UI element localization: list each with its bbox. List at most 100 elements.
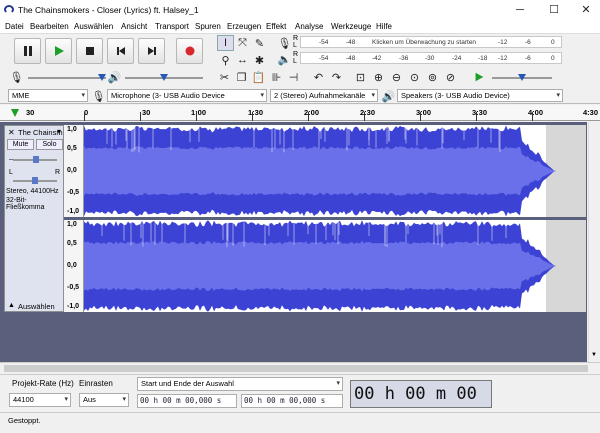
scroll-thumb[interactable]	[4, 365, 588, 372]
playback-meter-button[interactable]: 🔈	[276, 51, 293, 67]
recording-meter[interactable]: -54 -48 Klicken um Überwachung zu starte…	[300, 36, 562, 48]
fit-selection-button[interactable]: ⊙	[406, 69, 423, 85]
record-meter-button[interactable]: 🎙	[276, 35, 293, 51]
project-rate-label: Projekt-Rate (Hz)	[12, 379, 74, 388]
draw-tool-button[interactable]: ✎	[251, 35, 268, 51]
record-volume-slider[interactable]	[28, 74, 106, 81]
menu-analyse[interactable]: Analyse	[295, 22, 323, 31]
pan-slider[interactable]	[13, 177, 57, 184]
slider-thumb[interactable]	[32, 177, 38, 184]
project-rate-select[interactable]: 44100 ▾	[9, 393, 71, 407]
record-button[interactable]	[176, 38, 203, 64]
menu-transport[interactable]: Transport	[155, 22, 189, 31]
play-speed-slider[interactable]	[492, 74, 552, 81]
silence-button[interactable]: ⊣	[285, 69, 302, 85]
pause-button[interactable]	[14, 38, 41, 64]
input-channels-select[interactable]: 2 (Stereo) Aufnahmekanäle ▾	[270, 89, 378, 102]
maximize-button[interactable]: ☐	[538, 0, 570, 20]
menu-effekt[interactable]: Effekt	[266, 22, 286, 31]
waveform-channel-right[interactable]	[84, 220, 586, 312]
track-menu-icon[interactable]: ▾	[57, 127, 61, 136]
zoom-out-button[interactable]: ⊖	[388, 69, 405, 85]
snap-select[interactable]: Aus ▾	[79, 393, 129, 407]
audio-host-select[interactable]: MME ▾	[8, 89, 88, 102]
menu-auswaehlen[interactable]: Auswählen	[74, 22, 113, 31]
slider-thumb[interactable]	[98, 74, 106, 81]
play-at-speed-button[interactable]	[470, 69, 487, 85]
timeshift-tool-button[interactable]: ↔	[234, 52, 251, 68]
record-icon	[185, 46, 194, 56]
menu-spuren[interactable]: Spuren	[195, 22, 221, 31]
multi-tool-button[interactable]: ✱	[251, 52, 268, 68]
play-meter-tick: -42	[372, 55, 382, 62]
playback-volume-slider[interactable]	[125, 74, 203, 81]
selection-mode-value: Start und Ende der Auswahl	[141, 379, 234, 388]
vertical-scrollbar[interactable]: ▼	[588, 122, 600, 362]
play-meter-tick: -24	[452, 55, 462, 62]
collapse-icon[interactable]: ▲	[8, 302, 15, 309]
skip-to-end-button[interactable]	[138, 38, 165, 64]
zoom-tool-button[interactable]: ⚲	[217, 52, 234, 68]
play-meter-tick: -12	[498, 55, 508, 62]
chevron-down-icon: ▾	[556, 92, 560, 99]
audio-position-display[interactable]: 00 h 00 m 00 s	[350, 380, 492, 430]
output-device-select[interactable]: Speakers (3- USB Audio Device) ▾	[397, 89, 563, 102]
play-icon	[54, 46, 64, 56]
gain-slider[interactable]	[13, 156, 57, 163]
waveform-channel-left[interactable]	[84, 125, 586, 217]
trim-icon: ⊪	[271, 71, 282, 84]
selection-end-field[interactable]: 00 h 00 m 00,000 s	[241, 394, 343, 408]
playback-meter[interactable]: -54 -48 -42 -36 -30 -24 -18 -12 -6 0	[300, 52, 562, 64]
solo-button[interactable]: Solo	[36, 139, 63, 150]
axis-label: 0,5	[67, 240, 77, 247]
fit-project-button[interactable]: ⊚	[424, 69, 441, 85]
menu-datei[interactable]: Datei	[5, 22, 24, 31]
zoom-in-button[interactable]: ⊕	[370, 69, 387, 85]
track-name-button[interactable]: The Chainsm	[18, 128, 63, 137]
slider-thumb[interactable]	[518, 74, 526, 81]
close-button[interactable]: ✕	[570, 0, 600, 20]
select-track-button[interactable]: Auswählen	[18, 302, 55, 311]
slider-thumb[interactable]	[160, 74, 168, 81]
arrows-horizontal-icon: ↔	[237, 54, 248, 66]
stop-button[interactable]	[76, 38, 103, 64]
microphone-icon: 🎙	[9, 71, 24, 84]
selection-tool-button[interactable]: I	[217, 35, 234, 51]
skip-to-start-button[interactable]	[107, 38, 134, 64]
trim-button[interactable]: ⊪	[268, 69, 285, 85]
skip-end-icon	[147, 47, 156, 55]
envelope-tool-button[interactable]: ⤧	[234, 35, 251, 51]
speaker-icon: 🔊	[107, 71, 122, 84]
selection-start-field[interactable]: 00 h 00 m 00,000 s	[137, 394, 237, 408]
minimize-button[interactable]: ─	[504, 0, 536, 20]
undo-button[interactable]: ↶	[310, 69, 327, 85]
play-meter-tick: -6	[525, 55, 531, 62]
play-button[interactable]	[45, 38, 72, 64]
track-close-button[interactable]: ✕	[8, 128, 15, 137]
input-device-select[interactable]: Microphone (3- USB Audio Device ▾	[107, 89, 267, 102]
menu-hilfe[interactable]: Hilfe	[376, 22, 392, 31]
scroll-down-arrow-icon[interactable]: ▼	[591, 352, 597, 358]
cut-button[interactable]: ✂	[216, 69, 233, 85]
copy-button[interactable]: ❐	[233, 69, 250, 85]
selection-mode-select[interactable]: Start und Ende der Auswahl ▾	[137, 377, 343, 391]
menu-ansicht[interactable]: Ansicht	[121, 22, 147, 31]
track-control-panel[interactable]: ✕ The Chainsm ▾ Mute Solo L R Stereo, 44…	[4, 125, 64, 312]
zoom-toggle-button[interactable]: ⊘	[442, 69, 459, 85]
meter-r-label: R	[293, 51, 299, 58]
mute-button[interactable]: Mute	[7, 139, 34, 150]
redo-button[interactable]: ↷	[328, 69, 345, 85]
speaker-icon: 🔊	[381, 90, 396, 103]
skip-start-icon	[116, 47, 125, 55]
snap-value: Aus	[83, 395, 96, 404]
horizontal-scrollbar[interactable]	[0, 362, 600, 374]
menu-erzeugen[interactable]: Erzeugen	[227, 22, 261, 31]
multi-tool-icon: ✱	[254, 54, 265, 67]
menu-bearbeiten[interactable]: Bearbeiten	[30, 22, 69, 31]
timeline-ruler[interactable]: 30 0 30 1:00 1:30 2:00 2:30 3:00 3:30 4:…	[0, 105, 600, 121]
sync-lock-button[interactable]: ⊡	[352, 69, 369, 85]
zoom-toggle-icon: ⊘	[445, 71, 456, 84]
slider-thumb[interactable]	[33, 156, 39, 163]
menu-werkzeuge[interactable]: Werkzeuge	[331, 22, 371, 31]
paste-button[interactable]: 📋	[250, 69, 267, 85]
